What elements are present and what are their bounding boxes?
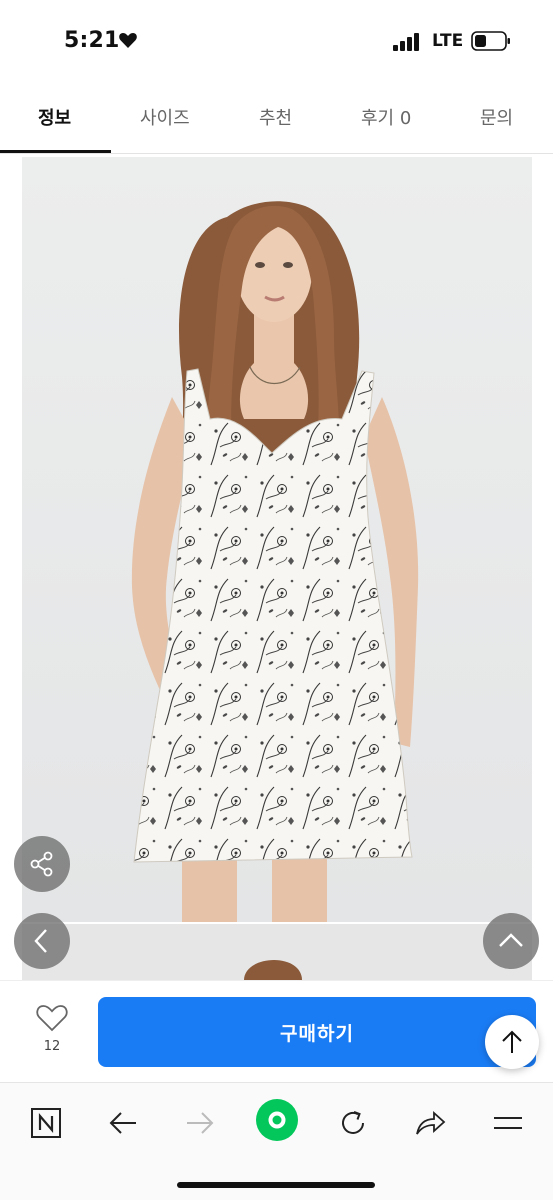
- tab-info[interactable]: 정보: [38, 104, 71, 130]
- chevron-up-icon: [499, 933, 523, 947]
- naver-n-icon: [31, 1108, 61, 1138]
- menu-icon: [494, 1117, 522, 1129]
- back-button[interactable]: [103, 1103, 143, 1143]
- signal-icon: [393, 33, 419, 51]
- product-image[interactable]: [22, 157, 532, 922]
- scroll-to-top-button[interactable]: [485, 1015, 539, 1069]
- share-arrow-icon: [416, 1110, 446, 1135]
- product-tabs: 정보 사이즈 추천 후기 0 문의: [0, 82, 553, 154]
- previous-image-button[interactable]: [14, 913, 70, 969]
- model-photo: [22, 157, 532, 922]
- share-page-button[interactable]: [410, 1103, 450, 1143]
- purchase-bar: 12 구매하기: [0, 980, 553, 1080]
- refresh-icon: [342, 1111, 364, 1134]
- forward-button[interactable]: [180, 1103, 220, 1143]
- green-dot-button[interactable]: [256, 1099, 298, 1141]
- next-model-photo: [22, 924, 532, 980]
- refresh-button[interactable]: [333, 1103, 373, 1143]
- arrow-right-icon: [187, 1112, 214, 1134]
- arrow-left-icon: [109, 1112, 136, 1134]
- chevron-left-icon: [34, 929, 47, 953]
- network-type: LTE: [432, 31, 464, 51]
- battery-icon: [471, 31, 510, 51]
- active-tab-indicator: [0, 150, 111, 153]
- heart-status-icon: [119, 33, 137, 48]
- scroll-top-fab[interactable]: [483, 913, 539, 969]
- tab-inquiry[interactable]: 문의: [480, 104, 513, 130]
- green-dot-icon: [268, 1111, 286, 1129]
- next-product-image[interactable]: [22, 924, 532, 980]
- buy-button[interactable]: 구매하기: [98, 997, 536, 1067]
- share-button[interactable]: [14, 836, 70, 892]
- heart-icon: [36, 1005, 68, 1032]
- status-bar: 5:21 LTE: [0, 0, 553, 82]
- home-indicator: [177, 1182, 375, 1188]
- arrow-up-icon: [502, 1030, 522, 1053]
- tab-reviews[interactable]: 후기 0: [361, 104, 411, 130]
- like-button[interactable]: 12: [30, 1003, 74, 1063]
- naver-home-button[interactable]: [26, 1103, 66, 1143]
- status-time: 5:21: [64, 28, 120, 53]
- share-icon: [30, 851, 53, 877]
- like-count: 12: [43, 1039, 61, 1054]
- tab-recommend[interactable]: 추천: [259, 104, 292, 130]
- menu-button[interactable]: [488, 1103, 528, 1143]
- tab-size[interactable]: 사이즈: [140, 104, 190, 130]
